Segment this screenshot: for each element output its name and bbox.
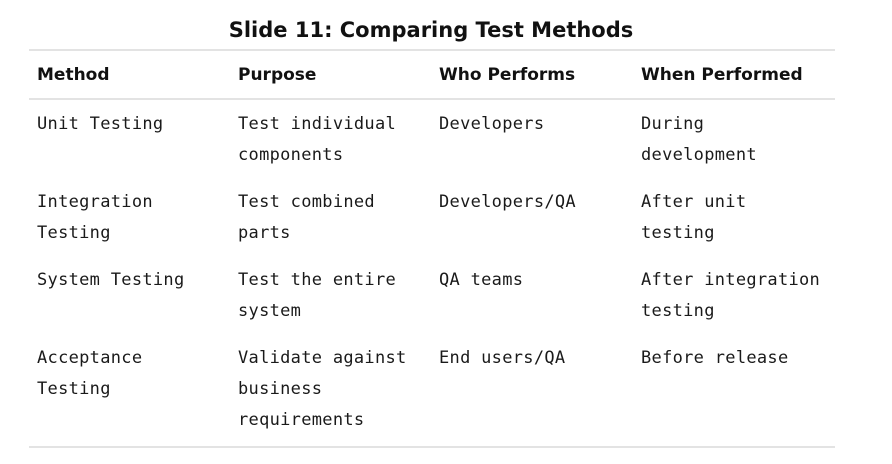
column-header-who-performs: Who Performs bbox=[439, 64, 576, 85]
cell-when-performed: After integration testing bbox=[641, 270, 821, 321]
cell-who-performs: End users/QA bbox=[439, 348, 566, 368]
cell-when-performed: After unit testing bbox=[641, 192, 747, 243]
column-header-when-performed: When Performed bbox=[641, 64, 803, 85]
slide: Slide 11: Comparing Test Methods Method … bbox=[0, 0, 892, 464]
table-row: Acceptance Testing Validate against busi… bbox=[29, 341, 835, 447]
cell-method: Integration Testing bbox=[37, 192, 153, 243]
cell-method: Acceptance Testing bbox=[37, 348, 143, 399]
cell-purpose: Test combined parts bbox=[238, 192, 375, 243]
column-header-purpose: Purpose bbox=[238, 64, 317, 85]
slide-title: Slide 11: Comparing Test Methods bbox=[228, 18, 634, 42]
cell-purpose: Test the entire system bbox=[238, 270, 397, 321]
column-header-method: Method bbox=[37, 64, 110, 85]
cell-method: Unit Testing bbox=[37, 114, 164, 134]
table-row: Unit Testing Test individual components … bbox=[29, 99, 835, 185]
cell-purpose: Test individual components bbox=[238, 114, 397, 165]
cell-who-performs: Developers bbox=[439, 114, 545, 134]
comparison-table: Method Purpose Who Performs When Perform… bbox=[29, 49, 835, 448]
cell-who-performs: QA teams bbox=[439, 270, 524, 290]
cell-who-performs: Developers/QA bbox=[439, 192, 576, 212]
table-row: Integration Testing Test combined parts … bbox=[29, 185, 835, 263]
cell-method: System Testing bbox=[37, 270, 185, 290]
cell-when-performed: Before release bbox=[641, 348, 789, 368]
cell-when-performed: During development bbox=[641, 114, 757, 165]
table-header-row: Method Purpose Who Performs When Perform… bbox=[29, 50, 835, 99]
cell-purpose: Validate against business requirements bbox=[238, 348, 407, 430]
table-row: System Testing Test the entire system QA… bbox=[29, 263, 835, 341]
